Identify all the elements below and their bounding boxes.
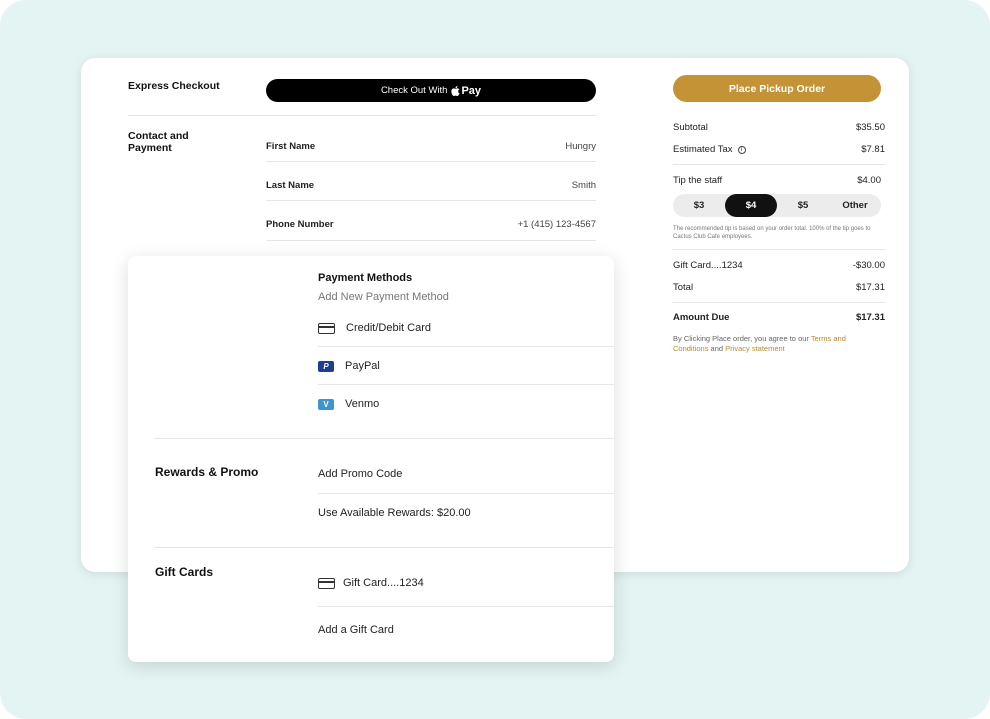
divider bbox=[673, 302, 885, 303]
subtotal-label: Subtotal bbox=[673, 122, 708, 133]
divider bbox=[318, 384, 614, 385]
add-new-payment-method-link[interactable]: Add New Payment Method bbox=[318, 291, 449, 303]
amount-due-label: Amount Due bbox=[673, 312, 730, 323]
apple-pay-button[interactable]: Check Out With Pay bbox=[266, 79, 596, 102]
subtotal-row: Subtotal $35.50 bbox=[673, 122, 885, 133]
divider bbox=[154, 438, 614, 439]
pay-label: Pay bbox=[461, 84, 482, 97]
giftcard-row: Gift Card....1234 -$30.00 bbox=[673, 260, 885, 271]
express-checkout-label: Express Checkout bbox=[128, 80, 220, 92]
payment-method-label: Credit/Debit Card bbox=[346, 322, 431, 334]
amount-due-value: $17.31 bbox=[855, 312, 885, 323]
apple-pay-button-label: Check Out With bbox=[380, 85, 448, 96]
giftcard-label: Gift Card....1234 bbox=[673, 260, 743, 271]
divider bbox=[318, 346, 614, 347]
amount-due-row: Amount Due $17.31 bbox=[673, 312, 885, 323]
payment-methods-title: Payment Methods bbox=[318, 272, 413, 284]
divider bbox=[154, 547, 614, 548]
tax-value: $7.81 bbox=[861, 144, 885, 155]
payment-method-paypal[interactable]: P PayPal bbox=[318, 360, 380, 372]
privacy-link[interactable]: Privacy statement bbox=[725, 344, 785, 353]
tip-value: $4.00 bbox=[857, 175, 881, 186]
add-promo-code-link[interactable]: Add Promo Code bbox=[318, 468, 402, 480]
tip-option-5[interactable]: $5 bbox=[777, 194, 829, 217]
payment-method-venmo[interactable]: V Venmo bbox=[318, 398, 379, 410]
paypal-icon: P bbox=[318, 360, 334, 372]
phone-number-value[interactable]: +1 (415) 123-4567 bbox=[466, 219, 596, 230]
last-name-label: Last Name bbox=[266, 180, 315, 191]
divider bbox=[318, 493, 614, 494]
tax-label: Estimated Tax bbox=[673, 144, 733, 155]
divider bbox=[266, 200, 596, 201]
tax-row: Estimated Tax i $7.81 bbox=[673, 144, 885, 155]
gift-cards-label: Gift Cards bbox=[155, 565, 214, 579]
tip-option-4[interactable]: $4 bbox=[725, 194, 777, 217]
credit-card-icon bbox=[318, 322, 335, 334]
payment-overlay-card: Payment Methods Add New Payment Method C… bbox=[128, 256, 614, 662]
total-row: Total $17.31 bbox=[673, 282, 885, 293]
tip-note: The recommended tip is based on your ord… bbox=[673, 226, 871, 240]
first-name-label: First Name bbox=[266, 141, 316, 152]
phone-number-label: Phone Number bbox=[266, 219, 334, 230]
legal-prefix: By Clicking Place order, you agree to ou… bbox=[673, 334, 809, 343]
venmo-icon: V bbox=[318, 398, 334, 410]
total-label: Total bbox=[673, 282, 694, 293]
apple-pay-mark: Pay bbox=[451, 85, 481, 97]
tip-selector: $3 $4 $5 Other bbox=[673, 194, 881, 217]
tip-option-3[interactable]: $3 bbox=[673, 194, 725, 217]
legal-notice: By Clicking Place order, you agree to ou… bbox=[673, 334, 873, 354]
payment-method-credit-card[interactable]: Credit/Debit Card bbox=[318, 322, 431, 334]
rewards-promo-label: Rewards & Promo bbox=[155, 465, 259, 479]
divider bbox=[266, 161, 596, 162]
giftcard-value: -$30.00 bbox=[852, 260, 885, 271]
gift-card-label: Gift Card....1234 bbox=[343, 577, 424, 589]
divider bbox=[318, 606, 614, 607]
first-name-value[interactable]: Hungry bbox=[466, 141, 596, 152]
divider bbox=[673, 249, 885, 250]
tip-row: Tip the staff $4.00 bbox=[673, 175, 881, 186]
payment-method-label: Venmo bbox=[345, 398, 380, 410]
last-name-value[interactable]: Smith bbox=[466, 180, 596, 191]
tip-label: Tip the staff bbox=[673, 175, 723, 186]
tip-option-other[interactable]: Other bbox=[829, 194, 881, 217]
legal-and: and bbox=[710, 344, 724, 353]
add-gift-card-link[interactable]: Add a Gift Card bbox=[318, 624, 394, 636]
contact-payment-label: Contact and Payment bbox=[128, 130, 189, 154]
gift-card-item[interactable]: Gift Card....1234 bbox=[318, 577, 424, 589]
use-rewards-link[interactable]: Use Available Rewards: $20.00 bbox=[318, 507, 471, 519]
subtotal-value: $35.50 bbox=[855, 122, 885, 133]
divider bbox=[128, 115, 596, 116]
divider bbox=[266, 240, 596, 241]
divider bbox=[673, 164, 885, 165]
payment-method-label: PayPal bbox=[345, 360, 380, 372]
apple-icon bbox=[451, 85, 460, 96]
place-pickup-order-button[interactable]: Place Pickup Order bbox=[673, 75, 881, 102]
info-icon[interactable]: i bbox=[737, 145, 746, 154]
total-value: $17.31 bbox=[855, 282, 885, 293]
gift-card-icon bbox=[318, 577, 335, 589]
